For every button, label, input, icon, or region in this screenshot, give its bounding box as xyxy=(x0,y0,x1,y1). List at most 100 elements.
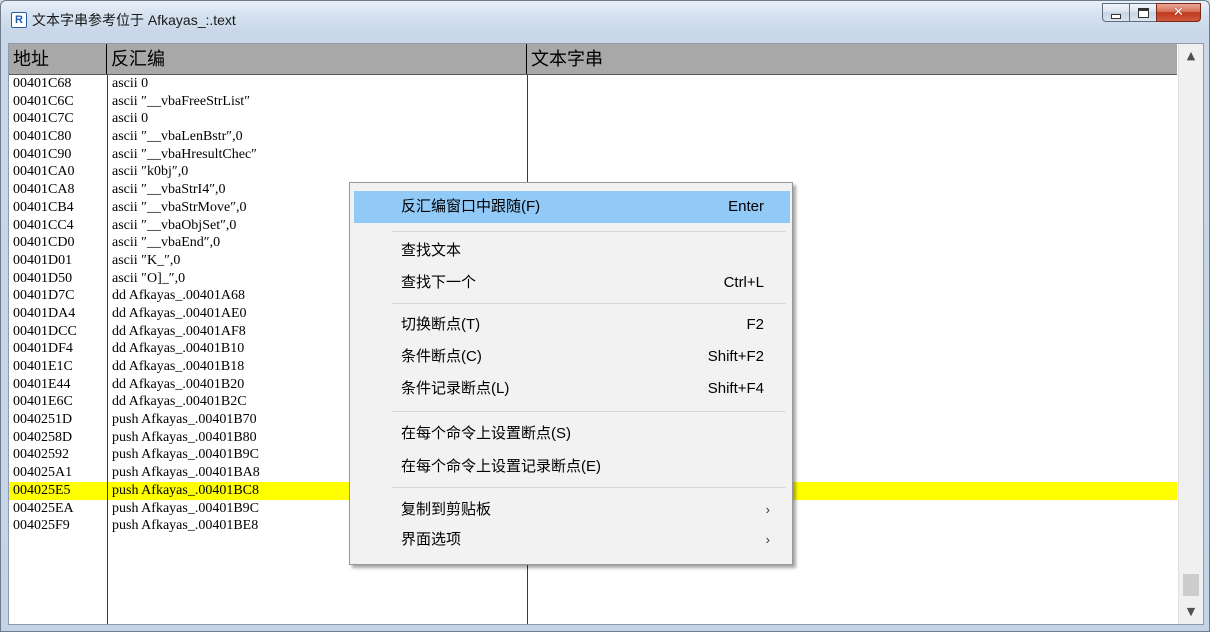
column-header-disassembly[interactable]: 反汇编 xyxy=(107,44,527,74)
menu-separator xyxy=(392,487,786,488)
menu-item-label: 界面选项 xyxy=(401,531,462,548)
cell-disassembly: dd Afkayas_.00401AE0 xyxy=(112,305,247,321)
menu-item-shortcut: Ctrl+L xyxy=(723,274,764,291)
maximize-icon xyxy=(1137,7,1149,18)
menu-item-label: 在每个命令上设置记录断点(E) xyxy=(401,458,601,475)
menu-item[interactable]: 反汇编窗口中跟随(F) Enter xyxy=(354,191,790,223)
cell-address: 00401E6C xyxy=(13,394,73,410)
cell-disassembly: push Afkayas_.00401BA8 xyxy=(112,465,260,481)
menu-item[interactable]: 复制到剪贴板 › xyxy=(354,494,790,526)
title-bar[interactable]: R 文本字串参考位于 Afkayas_:.text ✕ xyxy=(1,1,1209,43)
maximize-button[interactable] xyxy=(1129,3,1157,22)
cell-address: 00401D50 xyxy=(13,270,73,286)
menu-item-label: 在每个命令上设置断点(S) xyxy=(401,425,571,442)
menu-item-shortcut: Enter xyxy=(728,198,764,215)
menu-item[interactable]: 条件断点(C) Shift+F2 xyxy=(354,341,790,373)
menu-item[interactable]: 查找下一个 Ctrl+L xyxy=(354,267,790,299)
cell-disassembly: ascii ″O]_″,0 xyxy=(112,270,186,286)
column-divider xyxy=(107,75,108,624)
cell-disassembly: ascii 0 xyxy=(112,76,149,91)
table-row[interactable]: 00401C90 ascii ″__vbaHresultChec″ xyxy=(9,146,1177,164)
cell-disassembly: push Afkayas_.00401BC8 xyxy=(112,482,259,498)
cell-disassembly: dd Afkayas_.00401A68 xyxy=(112,288,245,304)
menu-item-label: 条件断点(C) xyxy=(401,348,482,365)
menu-item-label: 查找下一个 xyxy=(401,274,477,291)
cell-disassembly: ascii ″__vbaFreeStrList″ xyxy=(112,93,251,109)
menu-item-shortcut: F2 xyxy=(746,316,764,333)
cell-address: 00401C90 xyxy=(13,146,72,162)
cell-address: 00401DCC xyxy=(13,323,77,339)
menu-item[interactable]: 界面选项 › xyxy=(354,524,790,556)
menu-item-shortcut: Shift+F4 xyxy=(707,380,764,397)
cell-address: 00401CB4 xyxy=(13,199,74,215)
cell-address: 00402592 xyxy=(13,447,69,463)
cell-address: 004025F9 xyxy=(13,518,70,534)
menu-item[interactable]: 查找文本 xyxy=(354,235,790,267)
close-icon: ✕ xyxy=(1173,5,1184,20)
cell-disassembly: dd Afkayas_.00401AF8 xyxy=(112,323,246,339)
cell-disassembly: ascii ″__vbaStrI4″,0 xyxy=(112,182,226,198)
cell-disassembly: dd Afkayas_.00401B18 xyxy=(112,359,245,374)
cell-address: 0040251D xyxy=(13,412,73,428)
table-row[interactable]: 00401C80 ascii ″__vbaLenBstr″,0 xyxy=(9,128,1177,146)
cell-address: 00401E44 xyxy=(13,376,71,392)
menu-item[interactable]: 条件记录断点(L) Shift+F4 xyxy=(354,373,790,405)
cell-address: 00401CA8 xyxy=(13,182,75,198)
cell-disassembly: dd Afkayas_.00401B10 xyxy=(112,341,245,357)
menu-item[interactable]: 在每个命令上设置记录断点(E) xyxy=(354,451,790,483)
cell-address: 00401C68 xyxy=(13,76,72,91)
minimize-button[interactable] xyxy=(1102,3,1130,22)
submenu-arrow-icon: › xyxy=(765,502,770,517)
menu-separator xyxy=(392,411,786,412)
cell-disassembly: push Afkayas_.00401B9C xyxy=(112,500,259,516)
cell-address: 00401C80 xyxy=(13,129,72,145)
scrollbar-thumb[interactable] xyxy=(1183,574,1199,596)
cell-disassembly: ascii ″__vbaObjSet″,0 xyxy=(112,217,237,233)
table-row[interactable]: 00401C6C ascii ″__vbaFreeStrList″ xyxy=(9,93,1177,111)
cell-disassembly: ascii ″k0bj″,0 xyxy=(112,164,189,180)
submenu-arrow-icon: › xyxy=(765,532,770,547)
table-row[interactable]: 00401C7C ascii 0 xyxy=(9,110,1177,128)
cell-disassembly: ascii ″__vbaLenBstr″,0 xyxy=(112,129,243,145)
menu-item[interactable]: 切换断点(T) F2 xyxy=(354,309,790,341)
cell-disassembly: ascii ″K_″,0 xyxy=(112,252,181,268)
menu-item-label: 反汇编窗口中跟随(F) xyxy=(401,198,541,215)
cell-disassembly: push Afkayas_.00401B70 xyxy=(112,412,257,428)
menu-item-label: 切换断点(T) xyxy=(401,316,481,333)
cell-address: 00401D01 xyxy=(13,252,73,268)
cell-address: 004025E5 xyxy=(13,482,71,498)
cell-address: 00401E1C xyxy=(13,359,73,374)
scroll-down-arrow-icon[interactable]: ▼ xyxy=(1179,600,1203,624)
table-row[interactable]: 00401C68 ascii 0 xyxy=(9,75,1177,93)
cell-address: 00401C6C xyxy=(13,93,74,109)
menu-item-label: 复制到剪贴板 xyxy=(401,501,492,518)
menu-item[interactable]: 在每个命令上设置断点(S) xyxy=(354,418,790,450)
vertical-scrollbar[interactable]: ▲ ▼ xyxy=(1178,44,1203,624)
cell-address: 00401CA0 xyxy=(13,164,75,180)
column-header-text-string[interactable]: 文本字串 xyxy=(527,44,1177,74)
column-header-address[interactable]: 地址 xyxy=(9,44,107,74)
cell-disassembly: ascii ″__vbaEnd″,0 xyxy=(112,235,221,251)
cell-address: 00401DF4 xyxy=(13,341,73,357)
menu-separator xyxy=(392,303,786,304)
cell-disassembly: ascii ″__vbaStrMove″,0 xyxy=(112,199,247,215)
column-header: 地址 反汇编 文本字串 xyxy=(9,44,1177,75)
close-button[interactable]: ✕ xyxy=(1156,3,1201,22)
cell-disassembly: dd Afkayas_.00401B2C xyxy=(112,394,247,410)
app-icon: R xyxy=(11,12,27,28)
menu-item-label: 查找文本 xyxy=(401,242,462,259)
cell-disassembly: push Afkayas_.00401B80 xyxy=(112,429,257,445)
cell-disassembly: dd Afkayas_.00401B20 xyxy=(112,376,245,392)
cell-address: 00401D7C xyxy=(13,288,75,304)
cell-disassembly: push Afkayas_.00401B9C xyxy=(112,447,259,463)
table-row[interactable]: 00401CA0 ascii ″k0bj″,0 xyxy=(9,163,1177,181)
cell-address: 004025A1 xyxy=(13,465,73,481)
caption-buttons: ✕ xyxy=(1102,3,1201,23)
minimize-icon xyxy=(1111,13,1121,19)
cell-address: 00401C7C xyxy=(13,111,74,127)
cell-disassembly: ascii ″__vbaHresultChec″ xyxy=(112,146,258,162)
scroll-up-arrow-icon[interactable]: ▲ xyxy=(1179,44,1203,68)
strings-reference-window: R 文本字串参考位于 Afkayas_:.text ✕ 地址 反汇编 文本字串 … xyxy=(0,0,1210,632)
window-title: 文本字串参考位于 Afkayas_:.text xyxy=(32,12,236,28)
cell-address: 00401CD0 xyxy=(13,235,75,251)
